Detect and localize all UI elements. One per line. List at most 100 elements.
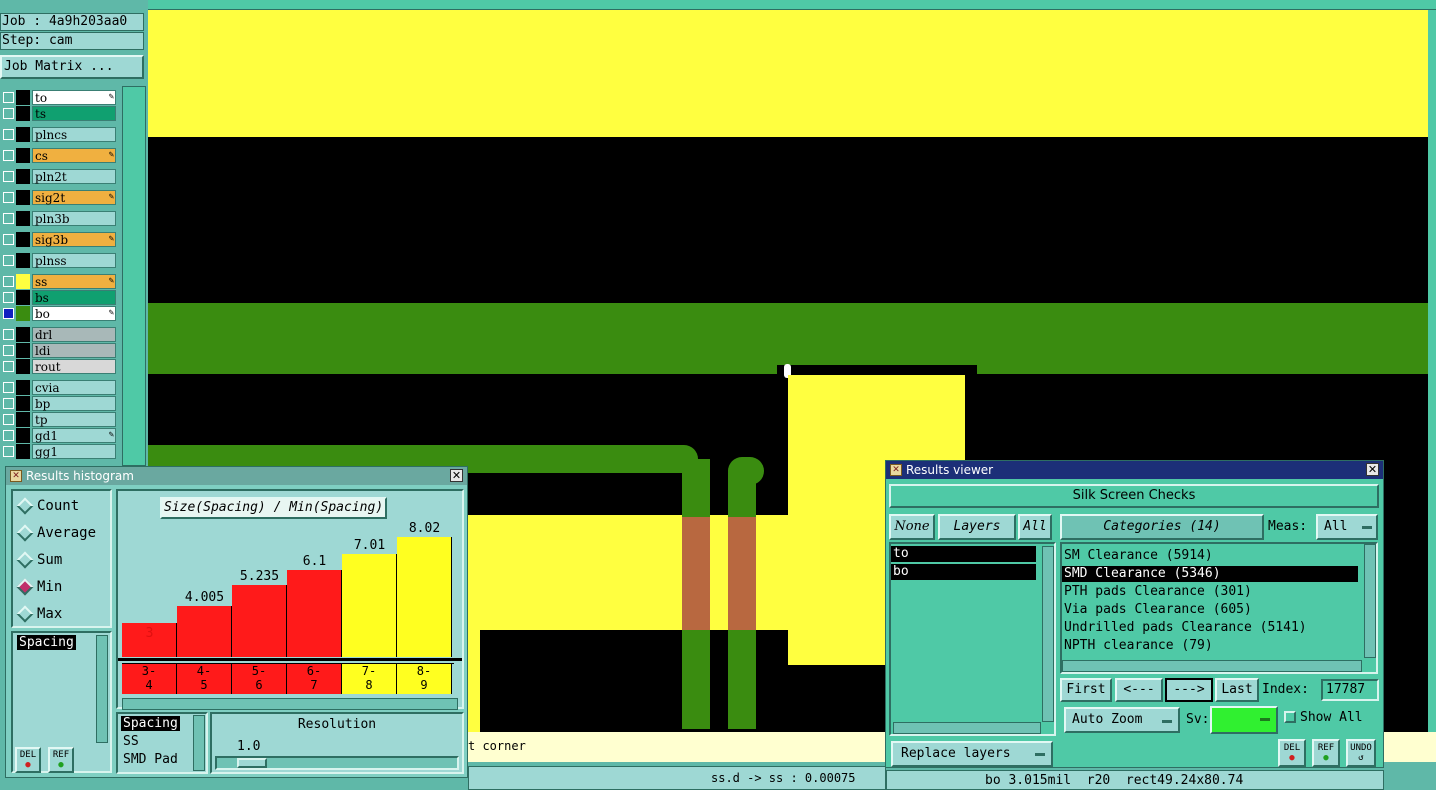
layer-row-ldi[interactable]: ldi (0, 343, 118, 358)
histogram-bar[interactable] (342, 554, 397, 657)
layer-checkbox[interactable] (3, 398, 14, 409)
radio-icon[interactable] (16, 578, 34, 596)
layer-name[interactable]: bo (32, 306, 116, 321)
layer-checkbox[interactable] (3, 430, 14, 441)
layer-scrollbar[interactable] (122, 86, 146, 466)
close-icon[interactable]: ✕ (450, 469, 463, 482)
histogram-bar[interactable] (397, 537, 452, 657)
histogram-bar[interactable] (177, 606, 232, 657)
all-layers-button[interactable]: All (1018, 514, 1052, 540)
layer-name[interactable]: rout (32, 359, 116, 374)
layer-row-pln3b[interactable]: pln3b (0, 211, 118, 226)
slider-thumb[interactable] (237, 758, 267, 768)
layer-row-sig3b[interactable]: sig3b ✎ (0, 232, 118, 247)
series-list[interactable]: Spacing SS SMD Pad (116, 712, 208, 774)
auto-zoom-select[interactable]: Auto Zoom (1064, 707, 1180, 733)
layer-row-gg1[interactable]: gg1 (0, 444, 118, 459)
layer-row-sig2t[interactable]: sig2t ✎ (0, 190, 118, 205)
viewer-layer-item[interactable]: to (891, 546, 1036, 562)
layer-row-gd1[interactable]: gd1 ✎ (0, 428, 118, 443)
last-button[interactable]: Last (1215, 678, 1259, 702)
layer-checkbox[interactable] (3, 234, 14, 245)
layer-row-drl[interactable]: drl (0, 327, 118, 342)
layer-name[interactable]: to (32, 90, 116, 105)
spacing-scrollbar[interactable] (96, 635, 108, 743)
layer-name[interactable]: gd1 (32, 428, 116, 443)
series-item[interactable]: Spacing (121, 716, 180, 731)
layer-name[interactable]: sig3b (32, 232, 116, 247)
layer-row-bo[interactable]: bo ✎ (0, 306, 118, 321)
layer-name[interactable]: bp (32, 396, 116, 411)
layer-checkbox[interactable] (3, 292, 14, 303)
layer-checkbox[interactable] (3, 382, 14, 393)
layer-checkbox[interactable] (3, 255, 14, 266)
layer-row-ss[interactable]: ss ✎ (0, 274, 118, 289)
layer-row-cs[interactable]: cs ✎ (0, 148, 118, 163)
job-matrix-button[interactable]: Job Matrix ... (0, 55, 144, 79)
category-item[interactable]: NPTH clearance (79) (1062, 638, 1358, 654)
layer-row-pln2t[interactable]: pln2t (0, 169, 118, 184)
sv-color-select[interactable] (1210, 706, 1278, 734)
layer-name[interactable]: ss (32, 274, 116, 289)
bin-label[interactable]: 6- 7 (287, 664, 342, 694)
mode-option-max[interactable]: Max (13, 605, 108, 625)
bin-label[interactable]: 4- 5 (177, 664, 232, 694)
series-scrollbar[interactable] (193, 715, 205, 771)
layer-checkbox[interactable] (3, 414, 14, 425)
layer-row-cvia[interactable]: cvia (0, 380, 118, 395)
layer-checkbox[interactable] (3, 192, 14, 203)
histogram-bar[interactable] (287, 570, 342, 657)
category-item[interactable]: PTH pads Clearance (301) (1062, 584, 1358, 600)
layer-name[interactable]: tp (32, 412, 116, 427)
layer-row-ts[interactable]: ts (0, 106, 118, 121)
chart-hscroll[interactable] (122, 698, 458, 710)
layer-name[interactable]: bs (32, 290, 116, 305)
category-vscroll[interactable] (1364, 544, 1376, 658)
layer-checkbox[interactable] (3, 308, 14, 319)
layer-name[interactable]: sig2t (32, 190, 116, 205)
layer-checkbox[interactable] (3, 213, 14, 224)
layer-row-bp[interactable]: bp (0, 396, 118, 411)
layer-checkbox[interactable] (3, 276, 14, 287)
layer-name[interactable]: ldi (32, 343, 116, 358)
viewer-undo-button[interactable]: UNDO ↺ (1346, 739, 1376, 767)
layer-name[interactable]: pln3b (32, 211, 116, 226)
category-list[interactable]: SM Clearance (5914) SMD Clearance (5346) P… (1060, 542, 1378, 674)
layer-checkbox[interactable] (3, 446, 14, 457)
layers-button[interactable]: Layers (938, 514, 1016, 540)
layer-name[interactable]: cvia (32, 380, 116, 395)
layer-checkbox[interactable] (3, 92, 14, 103)
histogram-titlebar[interactable]: ✕ Results histogram ✕ (6, 467, 467, 485)
category-hscroll[interactable] (1062, 660, 1362, 672)
layer-checkbox[interactable] (3, 171, 14, 182)
layer-name[interactable]: plnss (32, 253, 116, 268)
radio-icon[interactable] (16, 551, 34, 569)
radio-icon[interactable] (16, 497, 34, 515)
radio-icon[interactable] (16, 605, 34, 623)
histogram-del-button[interactable]: DEL ● (15, 747, 41, 773)
layer-row-bs[interactable]: bs (0, 290, 118, 305)
layer-name[interactable]: gg1 (32, 444, 116, 459)
mode-option-min[interactable]: Min (13, 578, 108, 598)
layer-row-rout[interactable]: rout (0, 359, 118, 374)
layer-checkbox[interactable] (3, 345, 14, 356)
layer-row-plnss[interactable]: plnss (0, 253, 118, 268)
category-item[interactable]: SMD Clearance (5346) (1062, 566, 1358, 582)
close-icon[interactable]: ✕ (1366, 463, 1379, 476)
viewer-layer-item[interactable]: bo (891, 564, 1036, 580)
mode-option-count[interactable]: Count (13, 497, 108, 517)
layer-row-to[interactable]: to ✎ (0, 90, 118, 105)
layer-row-plncs[interactable]: plncs (0, 127, 118, 142)
layer-name[interactable]: pln2t (32, 169, 116, 184)
bin-label[interactable]: 8- 9 (397, 664, 452, 694)
bin-label[interactable]: 5- 6 (232, 664, 287, 694)
next-button[interactable]: ---> (1165, 678, 1213, 702)
bin-label[interactable]: 3- 4 (122, 664, 177, 694)
meas-select[interactable]: All (1316, 514, 1378, 540)
layer-checkbox[interactable] (3, 361, 14, 372)
layer-checkbox[interactable] (3, 329, 14, 340)
radio-icon[interactable] (16, 524, 34, 542)
histogram-bar[interactable] (232, 585, 287, 657)
first-button[interactable]: First (1060, 678, 1112, 702)
mode-option-average[interactable]: Average (13, 524, 108, 544)
